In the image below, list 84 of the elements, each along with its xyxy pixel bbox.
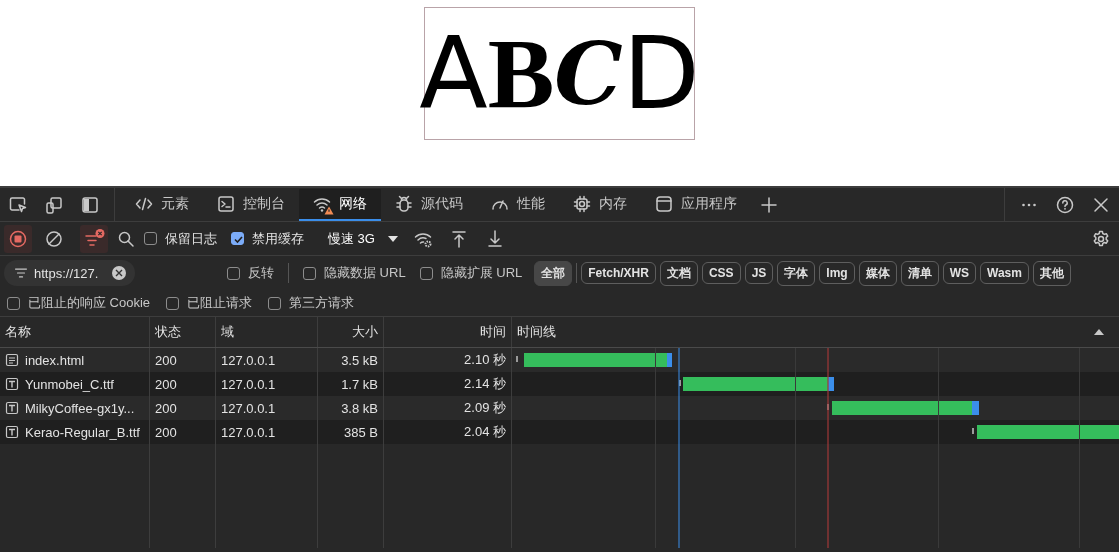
file-name: Kerao-Regular_B.ttf (25, 424, 140, 440)
tab[interactable]: 网络 (299, 188, 381, 221)
type-filter-chip[interactable]: 其他 (1032, 260, 1071, 286)
type-filter-chip[interactable]: Fetch/XHR (581, 262, 656, 284)
preview-letter: B (487, 23, 555, 124)
window-icon (655, 194, 673, 213)
table-cell: 3.8 kB (341, 400, 378, 416)
checkbox-label: 保留日志 (165, 229, 217, 248)
tab[interactable]: 控制台 (203, 188, 299, 221)
font-file-icon (5, 425, 19, 439)
table-cell: 200 (155, 352, 177, 368)
file-name: MilkyCoffee-gx1y... (25, 400, 135, 416)
bug-icon (395, 194, 413, 213)
checkbox-icon[interactable] (303, 266, 316, 280)
table-cell: 2.04 秒 (464, 423, 506, 441)
checkbox-label: 已阻止请求 (187, 294, 253, 312)
preview-letter: D (622, 23, 700, 124)
table-cell: 2.09 秒 (464, 399, 506, 417)
checkbox-label: 隐藏数据 URL (324, 264, 406, 282)
table-cell: 1.7 kB (341, 376, 378, 392)
throttling-dropdown[interactable]: 慢速 3G (322, 229, 405, 248)
font-file-icon (5, 401, 19, 415)
chip-icon (573, 194, 591, 213)
tab[interactable]: 内存 (559, 188, 641, 221)
column-header[interactable]: 域 (221, 323, 234, 341)
tab[interactable]: 元素 (121, 188, 203, 221)
checkbox-label: 隐藏扩展 URL (440, 264, 523, 282)
checkbox-icon[interactable] (227, 266, 240, 280)
filter-button[interactable] (80, 224, 108, 253)
record-button[interactable] (4, 224, 32, 253)
table-cell: 200 (155, 424, 177, 440)
checkbox-icon[interactable] (419, 266, 433, 280)
type-filter-chip[interactable]: 文档 (659, 260, 698, 286)
checkbox-label: 第三方请求 (289, 294, 355, 312)
tab[interactable]: 性能 (477, 188, 559, 221)
type-filter-chip[interactable]: WS (942, 262, 976, 284)
column-header[interactable]: 大小 (352, 323, 378, 341)
tab[interactable]: 应用程序 (641, 188, 751, 221)
table-cell: 385 B (344, 424, 378, 440)
checkbox-icon[interactable] (231, 232, 244, 245)
document-icon (5, 353, 19, 367)
column-header[interactable]: 状态 (155, 323, 181, 341)
checkbox-label: 禁用缓存 (252, 229, 304, 248)
preview-letter: A (419, 23, 488, 124)
table-cell: 127.0.0.1 (221, 400, 276, 416)
column-header[interactable]: 名称 (5, 323, 31, 341)
type-filter-chip[interactable]: 媒体 (858, 260, 897, 286)
file-name: index.html (25, 352, 85, 368)
caret-icon (386, 233, 399, 244)
checkbox-label: 反转 (248, 264, 274, 282)
table-cell: 127.0.0.1 (221, 424, 276, 440)
sort-arrow-icon[interactable] (1093, 327, 1105, 337)
type-filter-chip[interactable]: JS (744, 262, 774, 284)
type-filter-chip[interactable]: Img (819, 262, 855, 284)
filter-input[interactable]: https://127. (34, 265, 106, 281)
checkbox-icon[interactable] (144, 232, 157, 245)
type-filter-chip[interactable]: Wasm (980, 262, 1029, 284)
table-cell: 2.14 秒 (464, 375, 506, 393)
filter-icon (14, 266, 28, 280)
checkbox-label: 已阻止的响应 Cookie (28, 294, 151, 312)
type-filter-chip[interactable]: 清单 (900, 260, 939, 286)
table-cell: 200 (155, 400, 177, 416)
preview-letter: C (554, 30, 623, 117)
type-filter-chip[interactable]: 全部 (534, 260, 573, 286)
terminal-icon (217, 194, 235, 213)
file-name: Yunmobei_C.ttf (25, 376, 114, 392)
column-header[interactable]: 时间 (480, 323, 506, 341)
clear-field-icon[interactable] (112, 266, 126, 280)
table-row[interactable]: Kerao-Regular_B.ttf 200 127.0.0.1 385 B 2.04 秒 (0, 420, 1119, 444)
column-header[interactable]: 时间线 (517, 323, 556, 341)
type-filter-chip[interactable]: 字体 (777, 260, 816, 286)
table-cell: 127.0.0.1 (221, 376, 276, 392)
tab[interactable]: 源代码 (381, 188, 477, 221)
checkbox-icon[interactable] (166, 296, 180, 310)
table-cell: 200 (155, 376, 177, 392)
table-row[interactable]: Yunmobei_C.ttf 200 127.0.0.1 1.7 kB 2.14 秒 (0, 372, 1119, 396)
type-filter-chip[interactable]: CSS (701, 262, 741, 284)
checkbox-icon[interactable] (268, 296, 282, 310)
table-cell: 2.10 秒 (464, 351, 506, 369)
font-file-icon (5, 377, 19, 391)
table-cell: 3.5 kB (341, 352, 378, 368)
filter-box[interactable]: https://127. (4, 260, 135, 286)
checkbox-icon[interactable] (7, 296, 20, 310)
table-cell: 127.0.0.1 (221, 352, 276, 368)
